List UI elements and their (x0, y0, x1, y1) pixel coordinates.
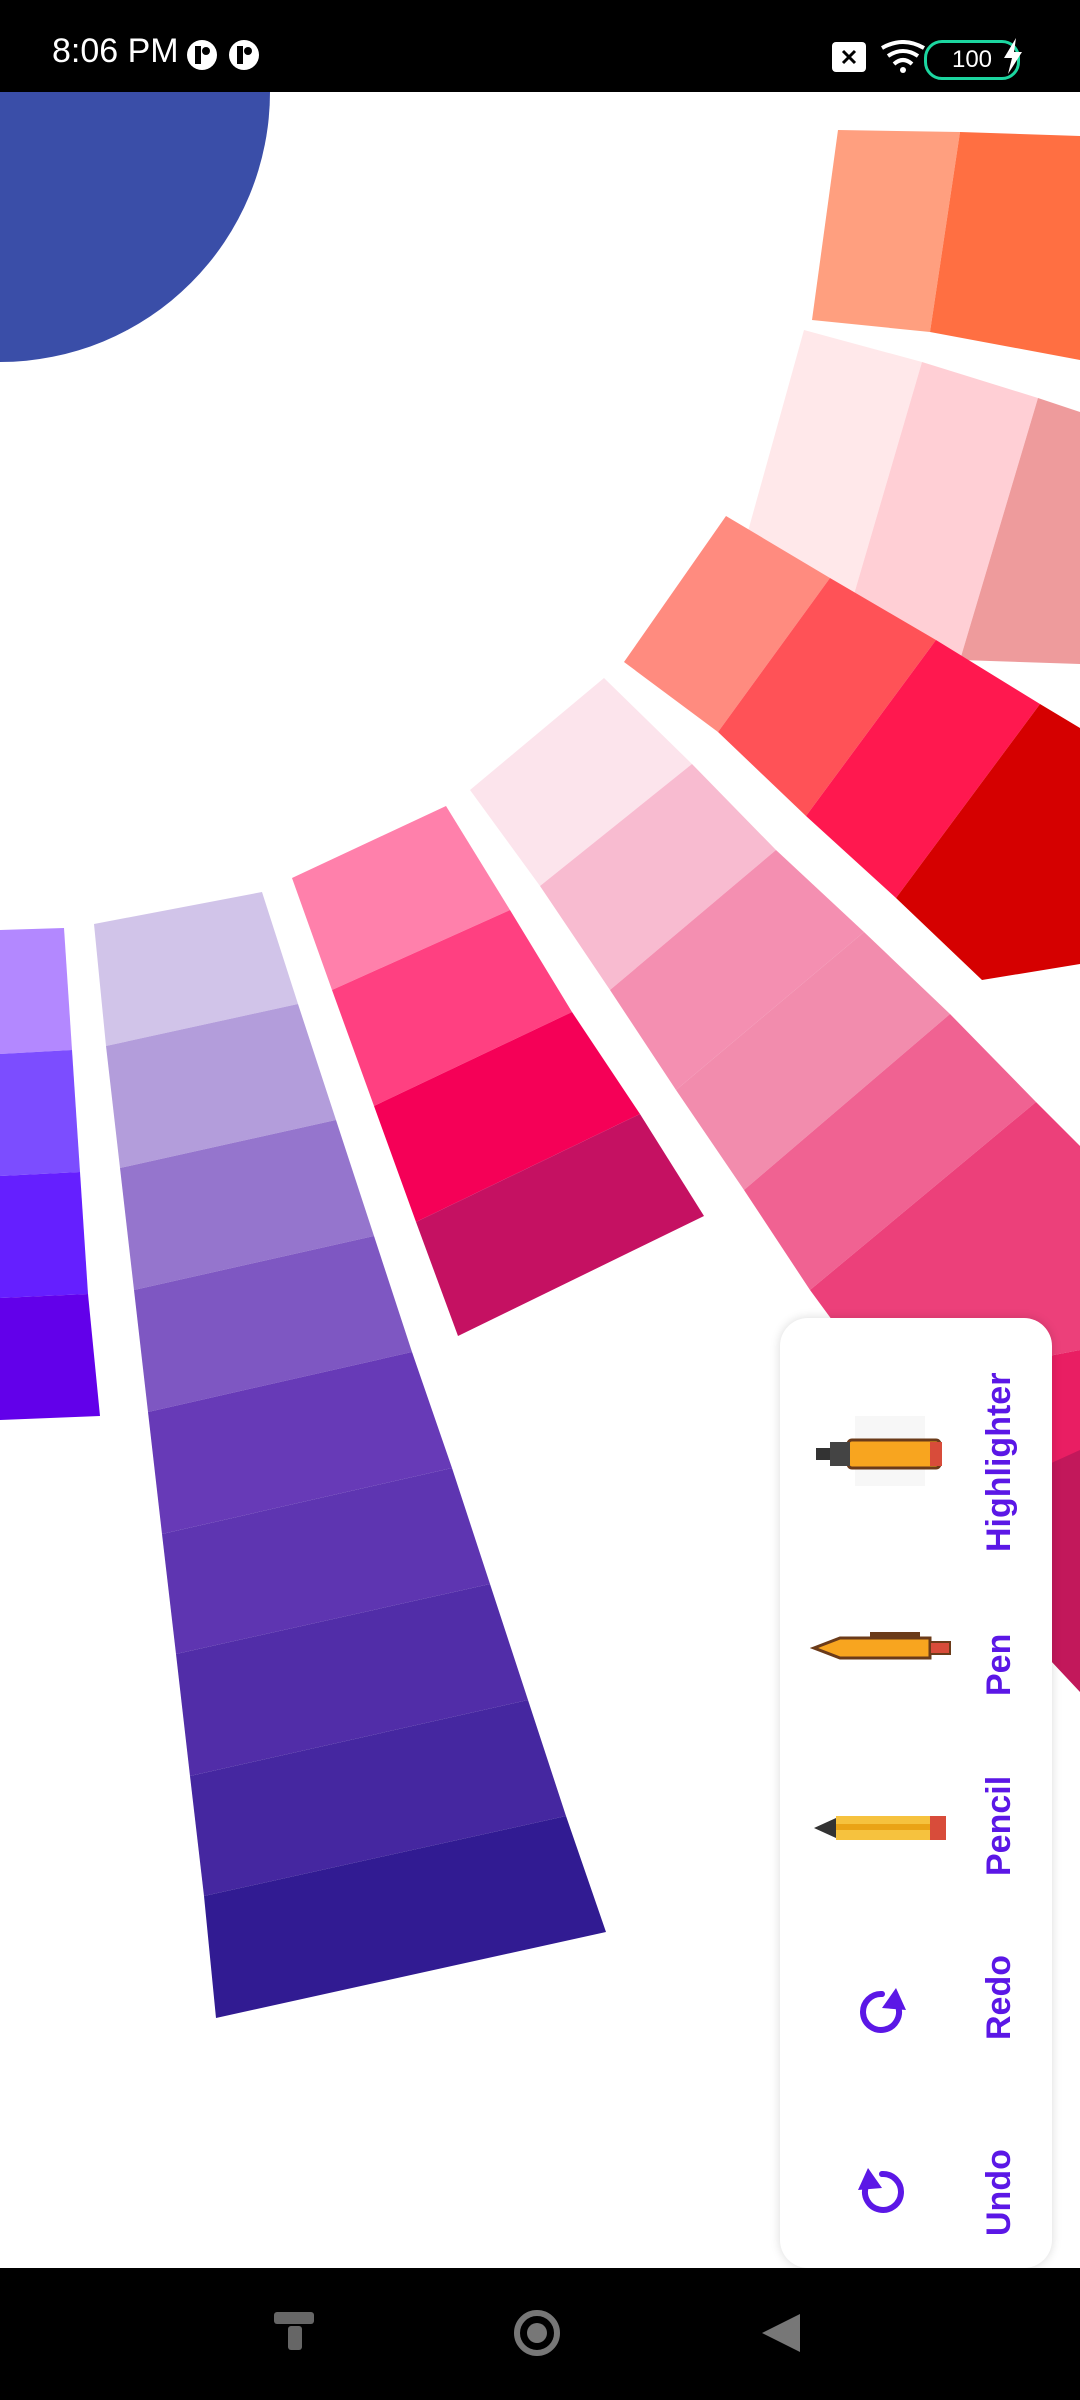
tool-label: Undo (980, 2149, 1018, 2236)
tool-pencil[interactable]: Pencil (780, 1748, 1052, 1908)
drawing-toolbar: Highlighter Pen Pencil Redo Undo (780, 1318, 1052, 2268)
color-swatch[interactable] (0, 928, 72, 1054)
home-icon[interactable] (512, 2308, 562, 2358)
status-bar: 8:06 PM 100 (0, 0, 1080, 92)
tool-pen[interactable]: Pen (780, 1568, 1052, 1728)
redo-icon (860, 1988, 906, 2033)
tool-label: Highlighter (980, 1372, 1018, 1552)
navigation-bar (0, 2268, 1080, 2400)
undo-icon (858, 2168, 904, 2213)
tool-undo[interactable]: Undo (780, 2108, 1052, 2268)
back-icon[interactable] (756, 2308, 806, 2358)
pencil-icon (814, 1816, 946, 1840)
color-swatch-blue[interactable] (0, 92, 270, 362)
tool-label: Pen (980, 1633, 1018, 1696)
recent-apps-icon[interactable] (270, 2308, 318, 2356)
tool-redo[interactable]: Redo (780, 1928, 1052, 2088)
wifi-icon (881, 40, 925, 73)
color-swatch[interactable] (0, 1294, 100, 1420)
tool-label: Pencil (980, 1775, 1018, 1876)
status-time: 8:06 PM (52, 32, 179, 70)
color-swatch[interactable] (0, 1050, 80, 1176)
tool-label: Redo (980, 1955, 1018, 2040)
pen-icon (810, 1632, 951, 1660)
sim-x-icon (832, 42, 866, 72)
highlighter-icon (816, 1416, 942, 1486)
charging-icon (1004, 38, 1022, 74)
color-swatch[interactable] (0, 1172, 88, 1298)
tool-highlighter[interactable]: Highlighter (780, 1338, 1052, 1552)
app-notification-icons (187, 40, 259, 70)
